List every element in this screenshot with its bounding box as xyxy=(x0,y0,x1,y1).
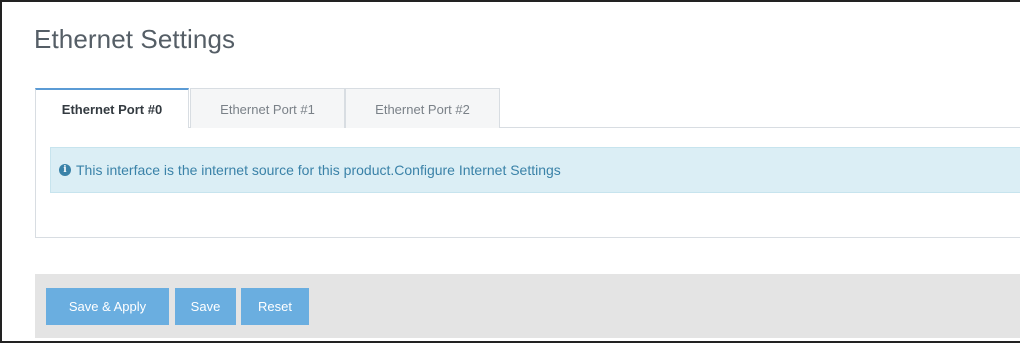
info-icon: i xyxy=(59,164,71,176)
settings-window: Ethernet Settings Ethernet Port #0 Ether… xyxy=(0,0,1020,343)
reset-button[interactable]: Reset xyxy=(241,288,309,325)
configure-internet-settings-link[interactable]: Configure Internet Settings xyxy=(394,162,561,178)
save-button[interactable]: Save xyxy=(175,288,236,325)
tab-bar: Ethernet Port #0 Ethernet Port #1 Ethern… xyxy=(35,88,1020,129)
save-and-apply-button[interactable]: Save & Apply xyxy=(46,288,169,325)
info-alert: i This interface is the internet source … xyxy=(50,147,1020,193)
action-bar: Save & Apply Save Reset xyxy=(35,274,1020,338)
tab-ethernet-port-2[interactable]: Ethernet Port #2 xyxy=(345,88,500,129)
tab-ethernet-port-1[interactable]: Ethernet Port #1 xyxy=(190,88,345,129)
tab-ethernet-port-0[interactable]: Ethernet Port #0 xyxy=(35,88,189,129)
page-title: Ethernet Settings xyxy=(34,24,236,54)
tab-panel: i This interface is the internet source … xyxy=(35,128,1020,238)
alert-message: This interface is the internet source fo… xyxy=(76,162,395,178)
